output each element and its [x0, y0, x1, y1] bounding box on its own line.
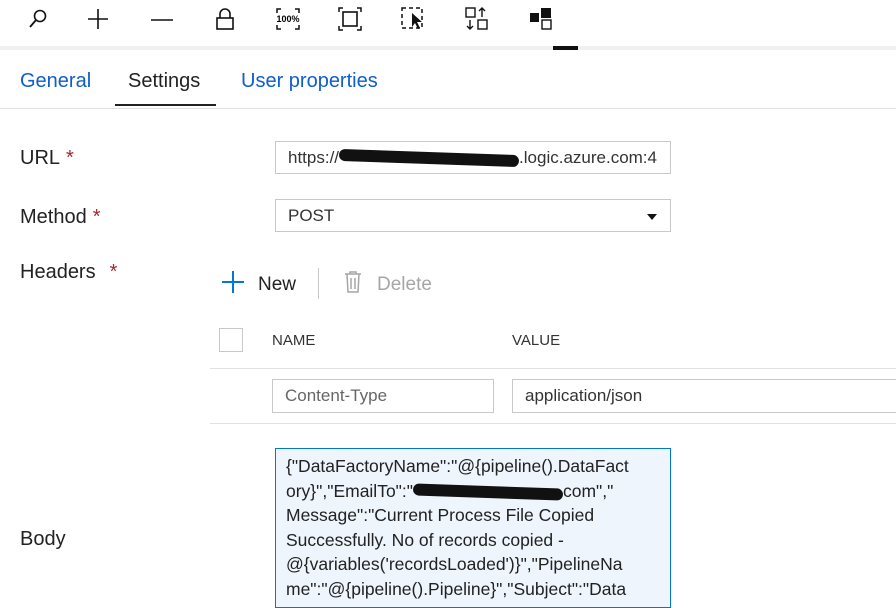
headers-label: Headers * [20, 261, 118, 283]
row-divider [210, 368, 896, 369]
body-line: ory}","EmailTo":" com"," [286, 480, 614, 501]
toolbar-divider [0, 46, 896, 50]
url-input[interactable]: https://.logic.azure.com:4 [275, 141, 671, 174]
body-label: Body [20, 528, 66, 550]
svg-text:100%: 100% [276, 14, 299, 24]
body-textarea[interactable]: {"DataFactoryName":"@{pipeline().DataFac… [275, 448, 671, 608]
body-line: @{variables('recordsLoaded')}","Pipeline… [286, 554, 623, 574]
fit-to-window-icon[interactable] [335, 4, 365, 34]
chevron-down-icon [646, 206, 658, 226]
body-line: Successfully. No of records copied - [286, 529, 564, 550]
delete-header-button[interactable]: Delete [343, 270, 432, 300]
header-name-input[interactable]: Content-Type [272, 379, 494, 413]
col-name-header: NAME [272, 332, 316, 349]
url-label: URL * [20, 147, 74, 169]
trash-icon [343, 270, 363, 300]
tab-underline [115, 104, 216, 106]
tab-settings[interactable]: Settings [128, 70, 200, 93]
row-divider [210, 423, 896, 424]
col-value-header: VALUE [512, 332, 561, 349]
tab-user-properties[interactable]: User properties [241, 70, 378, 93]
plus-icon [221, 270, 245, 300]
toolbar-separator [318, 268, 319, 299]
new-header-button[interactable]: New [221, 270, 296, 300]
lock-icon[interactable] [210, 4, 240, 34]
active-indicator [553, 46, 578, 50]
tab-general[interactable]: General [20, 70, 91, 93]
zoom-100-icon[interactable]: 100% [273, 4, 303, 34]
select-icon[interactable] [398, 4, 428, 34]
body-line: me":"@{pipeline().Pipeline}","Subject":"… [286, 578, 627, 599]
search-icon[interactable] [22, 4, 52, 34]
auto-align-icon[interactable] [462, 4, 492, 34]
body-line: Message":"Current Process File Copied [286, 505, 595, 525]
layout-icon[interactable] [526, 4, 556, 34]
zoom-in-icon[interactable] [83, 4, 113, 34]
redaction [338, 148, 520, 167]
redaction [412, 483, 564, 501]
zoom-out-icon[interactable] [147, 4, 177, 34]
body-line: {"DataFactoryName":"@{pipeline().DataFac… [286, 456, 629, 476]
method-select[interactable]: POST [275, 199, 671, 232]
method-label: Method * [20, 206, 101, 228]
header-value-input[interactable]: application/json [512, 379, 896, 413]
select-all-checkbox[interactable] [219, 328, 243, 352]
tabs-divider [0, 108, 896, 109]
